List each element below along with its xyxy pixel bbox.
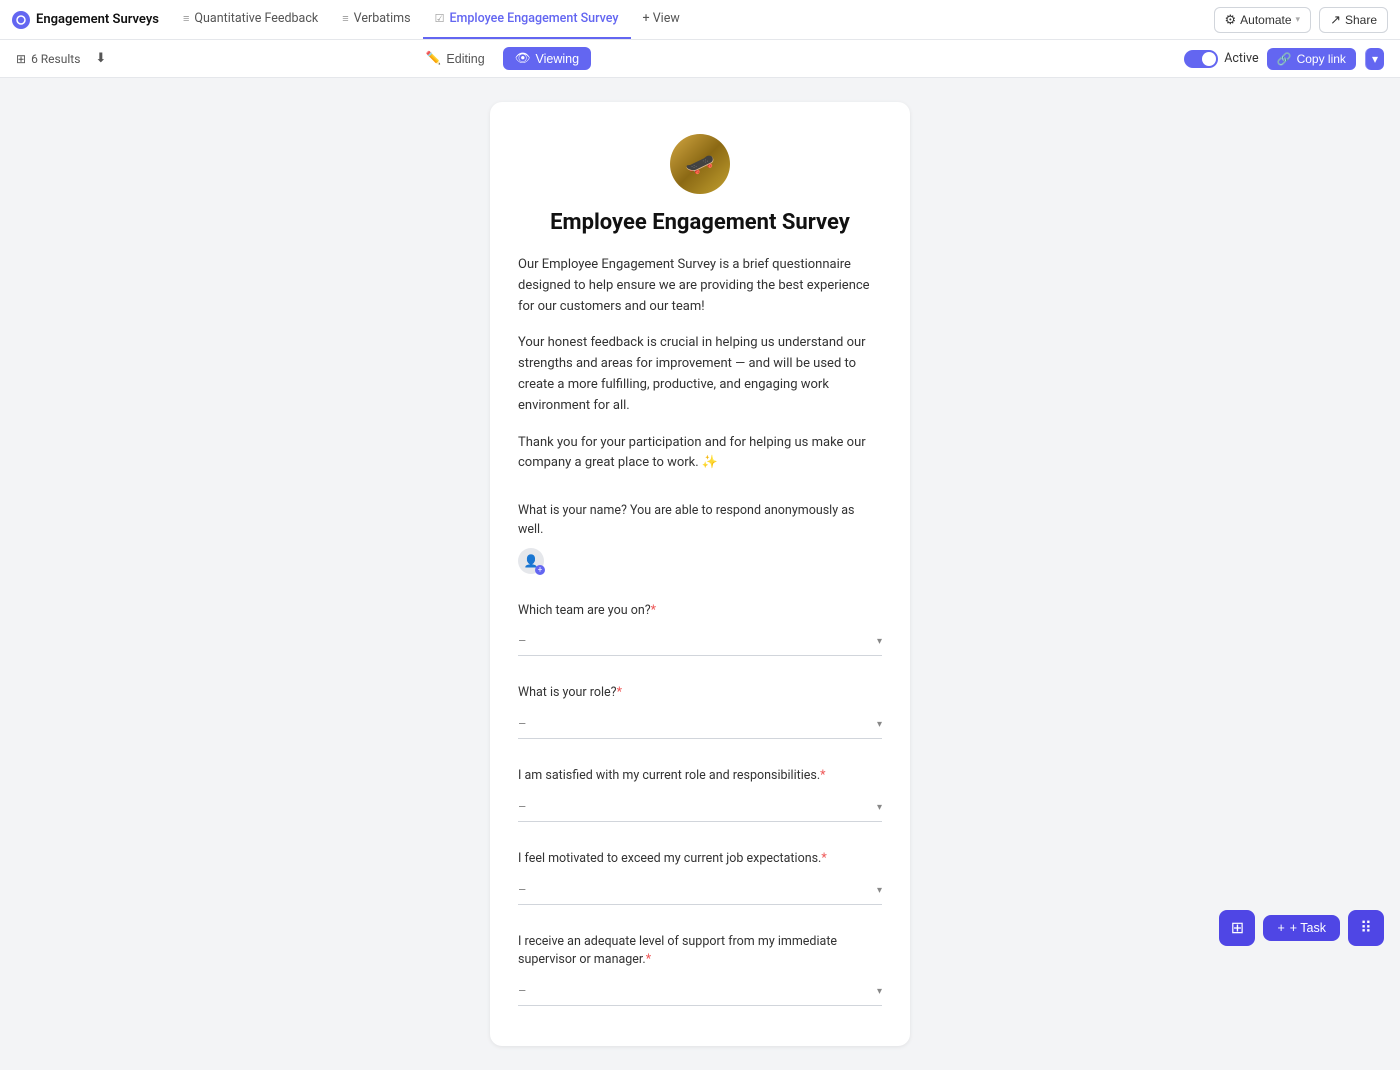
apps-button[interactable]: ⠿ bbox=[1348, 910, 1384, 946]
toggle-switch[interactable] bbox=[1184, 50, 1218, 68]
pencil-icon: ✏️ bbox=[426, 51, 442, 66]
survey-card: 🛹 Employee Engagement Survey Our Employe… bbox=[490, 102, 910, 1046]
grid-view-button[interactable]: ⊞ bbox=[1219, 910, 1255, 946]
required-marker: * bbox=[821, 851, 826, 866]
name-input-row: 👤 + bbox=[518, 548, 882, 574]
role-dropdown-wrap: – ▾ bbox=[518, 711, 882, 739]
tab-verbatims[interactable]: ≡ Verbatims bbox=[330, 0, 422, 39]
dropdown-value: – bbox=[518, 883, 527, 898]
survey-avatar: 🛹 bbox=[670, 134, 730, 194]
required-marker: * bbox=[820, 768, 825, 783]
automate-button[interactable]: ⚙ Automate ▾ bbox=[1214, 7, 1312, 33]
satisfied-dropdown[interactable]: – ▾ bbox=[518, 794, 882, 822]
question-label: I feel motivated to exceed my current jo… bbox=[518, 850, 882, 869]
avatar-image: 🛹 bbox=[685, 150, 715, 178]
grid-icon: ⊞ bbox=[1231, 918, 1244, 938]
required-marker: * bbox=[617, 685, 622, 700]
chevron-down-icon: ▾ bbox=[1372, 52, 1378, 66]
viewing-button[interactable]: 👁 Viewing bbox=[503, 47, 591, 70]
toggle-knob bbox=[1202, 52, 1216, 66]
dropdown-value: – bbox=[518, 717, 527, 732]
dropdown-value: – bbox=[518, 800, 527, 815]
role-dropdown[interactable]: – ▾ bbox=[518, 711, 882, 739]
tab-icon: ≡ bbox=[342, 12, 348, 25]
question-role: What is your role?* – ▾ bbox=[518, 684, 882, 739]
dropdown-value: – bbox=[518, 634, 527, 649]
dropdown-value: – bbox=[518, 984, 527, 999]
toolbar-right: Active 🔗 Copy link ▾ bbox=[1184, 48, 1384, 70]
download-icon: ⬇ bbox=[95, 51, 106, 66]
chevron-down-icon: ▾ bbox=[877, 986, 882, 997]
tab-icon: ≡ bbox=[183, 12, 189, 25]
automate-icon: ⚙ bbox=[1225, 12, 1237, 28]
team-dropdown-wrap: – ▾ bbox=[518, 628, 882, 656]
survey-desc-3: Thank you for your participation and for… bbox=[518, 433, 882, 475]
copy-link-button[interactable]: 🔗 Copy link bbox=[1267, 48, 1356, 70]
results-badge: ⊞ 6 Results bbox=[16, 52, 80, 66]
person-icon: 👤 + bbox=[518, 548, 544, 574]
required-marker: * bbox=[646, 952, 651, 967]
team-dropdown[interactable]: – ▾ bbox=[518, 628, 882, 656]
tab-icon: ☑ bbox=[435, 12, 445, 25]
motivated-dropdown-wrap: – ▾ bbox=[518, 877, 882, 905]
mode-switcher: ✏️ Editing 👁 Viewing bbox=[414, 47, 591, 70]
app-logo[interactable]: Engagement Surveys bbox=[12, 11, 159, 29]
question-team: Which team are you on?* – ▾ bbox=[518, 602, 882, 657]
tab-quantitative[interactable]: ≡ Quantitative Feedback bbox=[171, 0, 330, 39]
support-dropdown-wrap: – ▾ bbox=[518, 978, 882, 1006]
plus-icon: + bbox=[1277, 921, 1284, 935]
nav-tabs: ≡ Quantitative Feedback ≡ Verbatims ☑ Em… bbox=[171, 0, 692, 39]
tab-view[interactable]: + View bbox=[631, 0, 692, 39]
question-label: I receive an adequate level of support f… bbox=[518, 933, 882, 971]
add-person-icon[interactable]: + bbox=[535, 565, 545, 575]
question-label: What is your role?* bbox=[518, 684, 882, 703]
toolbar: ⊞ 6 Results ⬇ ✏️ Editing 👁 Viewing Activ… bbox=[0, 40, 1400, 78]
support-dropdown[interactable]: – ▾ bbox=[518, 978, 882, 1006]
grid-icon: ⊞ bbox=[16, 52, 26, 66]
app-name: Engagement Surveys bbox=[36, 12, 159, 27]
chevron-down-icon: ▾ bbox=[877, 636, 882, 647]
tab-survey[interactable]: ☑ Employee Engagement Survey bbox=[423, 0, 631, 39]
survey-desc-2: Your honest feedback is crucial in helpi… bbox=[518, 333, 882, 416]
download-button[interactable]: ⬇ bbox=[88, 48, 113, 69]
question-label: What is your name? You are able to respo… bbox=[518, 502, 882, 540]
main-content: 🛹 Employee Engagement Survey Our Employe… bbox=[0, 78, 1400, 1070]
link-icon: 🔗 bbox=[1277, 52, 1292, 66]
chevron-down-icon: ▾ bbox=[877, 719, 882, 730]
satisfied-dropdown-wrap: – ▾ bbox=[518, 794, 882, 822]
question-name: What is your name? You are able to respo… bbox=[518, 502, 882, 574]
active-toggle[interactable]: Active bbox=[1184, 50, 1258, 68]
motivated-dropdown[interactable]: – ▾ bbox=[518, 877, 882, 905]
share-button[interactable]: ↗ Share bbox=[1319, 7, 1388, 33]
question-support: I receive an adequate level of support f… bbox=[518, 933, 882, 1007]
question-label: Which team are you on?* bbox=[518, 602, 882, 621]
share-icon: ↗ bbox=[1330, 12, 1341, 28]
bottom-buttons: ⊞ + + Task ⠿ bbox=[1219, 910, 1384, 946]
copy-link-dropdown-button[interactable]: ▾ bbox=[1365, 48, 1384, 70]
nav-right: ⚙ Automate ▾ ↗ Share bbox=[1214, 7, 1389, 33]
apps-icon: ⠿ bbox=[1360, 918, 1372, 938]
survey-desc-1: Our Employee Engagement Survey is a brie… bbox=[518, 255, 882, 317]
chevron-down-icon: ▾ bbox=[877, 802, 882, 813]
question-label: I am satisfied with my current role and … bbox=[518, 767, 882, 786]
survey-title: Employee Engagement Survey bbox=[518, 210, 882, 235]
required-marker: * bbox=[651, 603, 656, 618]
logo-icon bbox=[12, 11, 30, 29]
question-satisfied: I am satisfied with my current role and … bbox=[518, 767, 882, 822]
eye-icon: 👁 bbox=[515, 51, 531, 66]
add-task-button[interactable]: + + Task bbox=[1263, 915, 1340, 941]
editing-button[interactable]: ✏️ Editing bbox=[414, 47, 497, 70]
chevron-down-icon: ▾ bbox=[877, 885, 882, 896]
chevron-down-icon: ▾ bbox=[1296, 14, 1301, 25]
top-nav: Engagement Surveys ≡ Quantitative Feedba… bbox=[0, 0, 1400, 40]
question-motivated: I feel motivated to exceed my current jo… bbox=[518, 850, 882, 905]
